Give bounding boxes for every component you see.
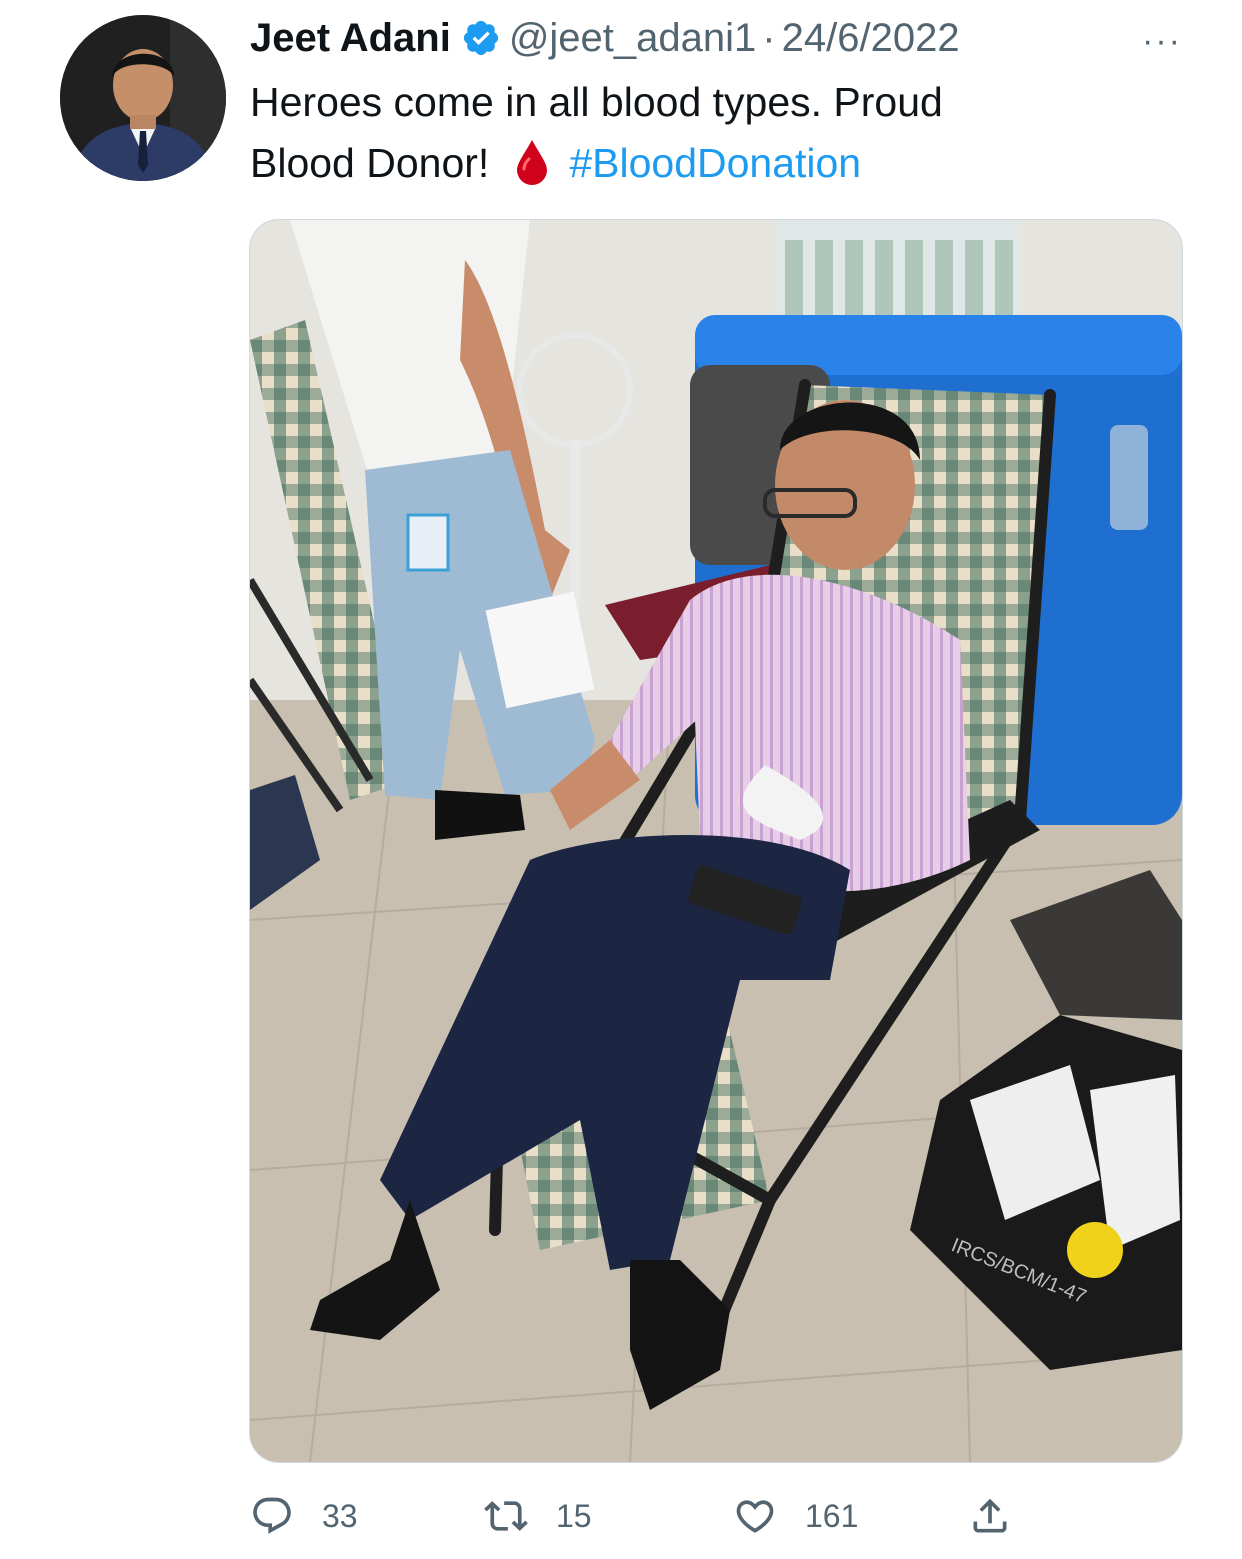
retweet-count: 15 — [556, 1497, 592, 1534]
author-name[interactable]: Jeet Adani — [250, 16, 451, 61]
like-button[interactable]: 161 — [733, 1488, 858, 1544]
tweet-text: Heroes come in all blood types. Proud Bl… — [250, 72, 1150, 194]
tweet-photo[interactable]: IRCS/BCM/1-47 — [249, 219, 1183, 1463]
header-separator: · — [762, 15, 776, 60]
share-icon — [973, 1498, 1007, 1533]
hashtag-link[interactable]: #BloodDonation — [569, 140, 861, 186]
share-button[interactable] — [968, 1488, 1012, 1544]
tweet-text-line-2: Blood Donor! #BloodDonation — [250, 133, 1150, 194]
tweet-text-line-2-text: Blood Donor! — [250, 140, 490, 186]
retweet-button[interactable]: 15 — [484, 1488, 592, 1544]
reply-count: 33 — [322, 1497, 358, 1534]
heart-icon — [736, 1500, 774, 1533]
verified-badge-icon — [461, 18, 501, 58]
reply-button[interactable]: 33 — [250, 1488, 358, 1544]
like-count: 161 — [805, 1497, 859, 1534]
tweet-header: Jeet Adani @jeet_adani1 · 24/6/2022 ··· — [250, 12, 1182, 64]
tweet-date[interactable]: 24/6/2022 — [782, 16, 960, 61]
tweet-text-line-1: Heroes come in all blood types. Proud — [250, 79, 943, 125]
retweet-icon — [484, 1501, 528, 1531]
more-options-icon[interactable]: ··· — [1142, 22, 1182, 61]
tweet-actions: 33 15 161 — [250, 1488, 1070, 1544]
reply-icon — [253, 1497, 291, 1534]
blood-drop-icon — [515, 139, 549, 185]
author-avatar[interactable] — [60, 15, 226, 181]
author-handle[interactable]: @jeet_adani1 — [509, 16, 756, 61]
